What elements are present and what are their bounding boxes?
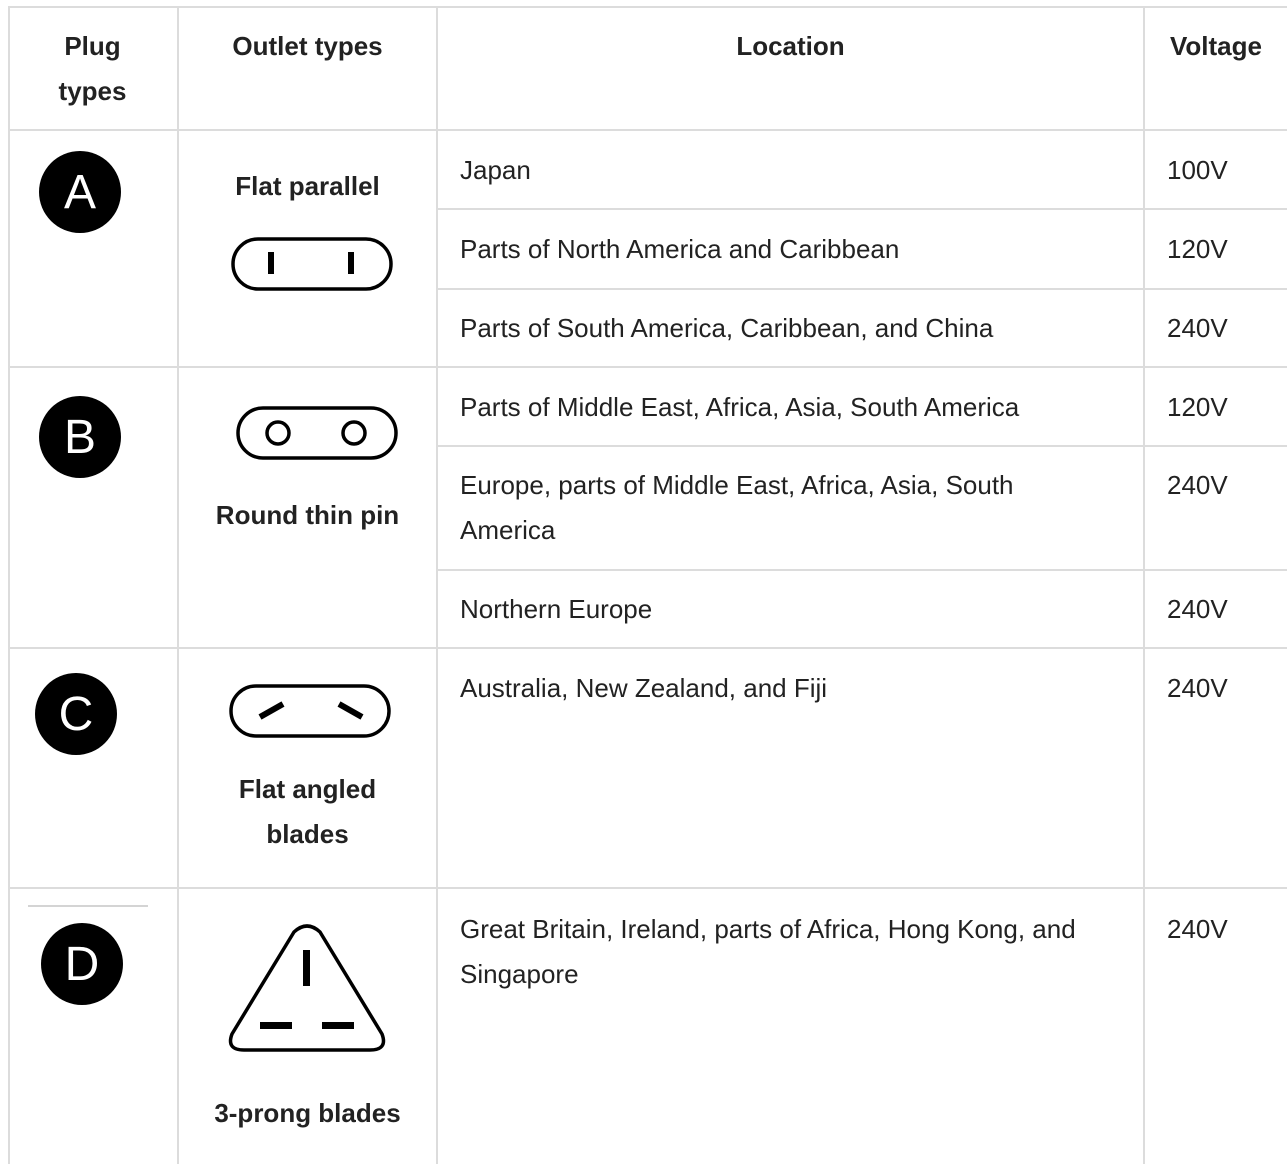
plug-b-badge-icon: B (39, 396, 121, 478)
header-voltage: Voltage (1170, 31, 1262, 61)
plug-a-badge-icon: A (39, 151, 121, 233)
row-divider (437, 208, 1287, 210)
group-divider (8, 887, 1287, 889)
group-divider (8, 366, 1287, 368)
group-divider (8, 647, 1287, 649)
three-prong-blades-outlet-icon (228, 924, 386, 1052)
location-cell: Northern Europe (460, 594, 653, 624)
plug-c-badge-icon: C (35, 673, 117, 755)
location-cell: Japan (460, 155, 531, 185)
table-left-border (8, 6, 10, 1164)
round-thin-pin-outlet-icon (236, 406, 398, 460)
outlet-name-c: Flat angled blades (238, 774, 377, 849)
voltage-cell: 240V (1167, 313, 1228, 343)
row-divider (437, 288, 1287, 290)
plug-c-letter: C (59, 688, 94, 741)
plug-b-letter: B (64, 411, 96, 464)
location-cell: Parts of South America, Caribbean, and C… (460, 313, 994, 343)
voltage-cell: 240V (1167, 673, 1228, 703)
flat-angled-blades-outlet-icon (229, 684, 391, 738)
column-divider (1143, 6, 1145, 1164)
outlet-name-a: Flat parallel (235, 171, 380, 201)
voltage-cell: 240V (1167, 594, 1228, 624)
header-outlet-types: Outlet types (232, 31, 383, 61)
table-top-border (8, 6, 1287, 8)
voltage-cell: 120V (1167, 392, 1228, 422)
plug-d-badge-icon: D (41, 923, 123, 1005)
header-plug-types: Plug types (58, 31, 127, 106)
flat-parallel-outlet-icon (231, 237, 393, 291)
voltage-cell: 120V (1167, 234, 1228, 264)
outlet-name-b: Round thin pin (215, 500, 400, 530)
voltage-cell: 100V (1167, 155, 1228, 185)
decorative-rule (28, 905, 148, 907)
plug-d-letter: D (65, 938, 100, 991)
location-cell: Australia, New Zealand, and Fiji (460, 673, 828, 703)
location-cell: Great Britain, Ireland, parts of Africa,… (460, 914, 1076, 989)
column-divider (436, 6, 438, 1164)
header-location: Location (736, 31, 845, 61)
location-cell: Parts of North America and Caribbean (460, 234, 900, 264)
location-cell: Europe, parts of Middle East, Africa, As… (460, 470, 1014, 545)
outlet-name-d: 3-prong blades (214, 1098, 401, 1128)
row-divider (437, 569, 1287, 571)
voltage-cell: 240V (1167, 914, 1228, 944)
voltage-cell: 240V (1167, 470, 1228, 500)
header-bottom-border (8, 129, 1287, 131)
plug-a-letter: A (64, 166, 96, 219)
row-divider (437, 445, 1287, 447)
location-cell: Parts of Middle East, Africa, Asia, Sout… (460, 392, 1020, 422)
